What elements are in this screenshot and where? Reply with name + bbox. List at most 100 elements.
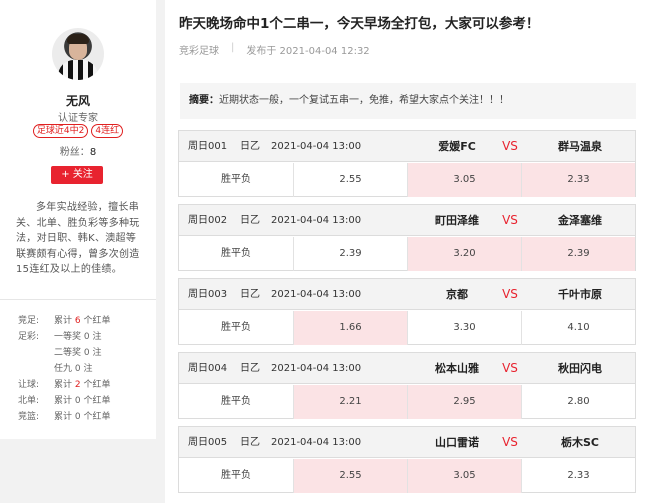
market-label: 胜平负 (221, 470, 251, 481)
avatar-shirt (58, 60, 98, 80)
author-sidebar: 无风 认证专家 足球近4中2 4连红 粉丝：8 + 关注 多年实战经验，擅长串关… (0, 0, 156, 439)
odds-draw[interactable]: 3.30 (407, 311, 521, 345)
stat-value: 一等奖 0 注 (54, 329, 101, 342)
odds-row: 胜平负 2.55 3.05 2.33 (179, 459, 635, 493)
match-card: 周日005 日乙 2021-04-04 13:00 山口雷诺 VS 栃木SC 胜平负 2.55… (178, 426, 636, 493)
odds-win[interactable]: 2.55 (293, 163, 407, 197)
stat-post: 个红单 (80, 395, 111, 406)
vs-label: VS (502, 435, 518, 449)
stat-pre: 累计 (54, 395, 75, 406)
author-role: 认证专家 (58, 113, 98, 124)
match-number: 周日001 (188, 141, 228, 152)
follow-button[interactable]: + 关注 (51, 166, 103, 184)
home-team[interactable]: 京都 (407, 279, 507, 310)
badge-streak: 4连红 (91, 124, 124, 138)
match-league: 日乙 (240, 215, 260, 226)
vs-label: VS (502, 139, 518, 153)
stat-key: 让球: (18, 379, 40, 390)
stat-post: 个红单 (80, 315, 111, 326)
author-bio: 多年实战经验，擅长串关、北单、胜负彩等多种玩法，对日职、韩K、澳超等联赛颇有心得… (16, 202, 140, 275)
odds-draw[interactable]: 3.05 (407, 163, 521, 197)
stat-pre: 累计 (54, 411, 75, 422)
match-card: 周日004 日乙 2021-04-04 13:00 松本山雅 VS 秋田闪电胜平负 2.21… (178, 352, 636, 419)
match-league: 日乙 (240, 363, 260, 374)
avatar-hair (67, 34, 89, 44)
match-card: 周日002 日乙 2021-04-04 13:00 町田泽维 VS 金泽塞维胜平负 2.39… (178, 204, 636, 271)
match-header: 周日004 日乙 2021-04-04 13:00 松本山雅 VS 秋田闪电 (179, 353, 635, 384)
article-title: 昨天晚场命中1个二串一，今天早场全打包，大家可以参考！ (179, 16, 540, 32)
odds-win[interactable]: 1.66 (293, 311, 407, 345)
article-category[interactable]: 竞彩足球 (179, 42, 219, 57)
sidebar-divider (0, 299, 156, 300)
summary-label: 摘要： (189, 95, 219, 106)
article-meta: 竞彩足球 | 发布于 2021-04-04 12:32 (179, 42, 370, 57)
match-time: 2021-04-04 13:00 (271, 141, 362, 152)
odds-row: 胜平负 2.39 3.20 2.39 (179, 237, 635, 271)
stat-row: 竞足: 累计 6 个红单 (18, 311, 148, 327)
away-team[interactable]: 秋田闪电 (525, 353, 635, 384)
stat-post: 个红单 (80, 411, 111, 422)
stat-post: 注 (89, 347, 102, 358)
fans-count: 粉丝：8 (0, 143, 156, 158)
stat-post: 个红单 (80, 379, 111, 390)
stat-value: 累计 6 个红单 (54, 313, 110, 326)
home-team[interactable]: 町田泽维 (407, 205, 507, 236)
match-card: 周日001 日乙 2021-04-04 13:00 爱媛FC VS 群马温泉 胜平负 2.55… (178, 130, 636, 197)
stat-value: 累计 2 个红单 (54, 377, 110, 390)
odds-loss[interactable]: 2.33 (521, 163, 635, 197)
stat-row: 让球: 累计 2 个红单 (18, 375, 148, 391)
avatar[interactable] (52, 28, 104, 80)
match-league: 日乙 (240, 289, 260, 300)
home-team[interactable]: 山口雷诺 (407, 427, 507, 458)
author-stats: 竞足: 累计 6 个红单 足彩: 一等奖 0 注二等奖 0 注任九 0 注让球: 累计 … (18, 311, 148, 423)
fans-label: 粉丝： (59, 147, 90, 158)
odds-win[interactable]: 2.39 (293, 237, 407, 271)
odds-win[interactable]: 2.21 (293, 385, 407, 419)
away-team[interactable]: 金泽塞维 (525, 205, 635, 236)
odds-draw[interactable]: 2.95 (407, 385, 521, 419)
article-summary: 摘要：近期状态一般，一个复试五串一，免推，希望大家点个关注！！！ (180, 83, 636, 119)
odds-loss[interactable]: 4.10 (521, 311, 635, 345)
stat-value: 累计 0 个红单 (54, 409, 110, 422)
match-time: 2021-04-04 13:00 (271, 437, 362, 448)
match-league: 日乙 (240, 437, 260, 448)
home-team[interactable]: 松本山雅 (407, 353, 507, 384)
match-header: 周日005 日乙 2021-04-04 13:00 山口雷诺 VS 栃木SC (179, 427, 635, 458)
odds-row: 胜平负 2.21 2.95 2.80 (179, 385, 635, 419)
home-team[interactable]: 爱媛FC (407, 131, 507, 162)
summary-text: 近期状态一般，一个复试五串一，免推，希望大家点个关注！！！ (219, 95, 509, 106)
stat-post: 注 (80, 363, 93, 374)
meta-separator: | (231, 42, 235, 53)
odds-loss[interactable]: 2.39 (521, 237, 635, 271)
match-number: 周日002 (188, 215, 228, 226)
away-team[interactable]: 群马温泉 (525, 131, 635, 162)
vs-label: VS (502, 213, 518, 227)
stat-pre: 任九 (54, 363, 75, 374)
match-time: 2021-04-04 13:00 (271, 289, 362, 300)
stat-pre: 累计 (54, 379, 75, 390)
odds-draw[interactable]: 3.05 (407, 459, 521, 493)
odds-loss[interactable]: 2.33 (521, 459, 635, 493)
stat-key: 竞篮: (18, 411, 40, 422)
stat-value: 二等奖 0 注 (54, 345, 101, 358)
away-team[interactable]: 千叶市原 (525, 279, 635, 310)
away-team[interactable]: 栃木SC (525, 427, 635, 458)
odds-row: 胜平负 2.55 3.05 2.33 (179, 163, 635, 197)
match-number: 周日005 (188, 437, 228, 448)
vs-label: VS (502, 287, 518, 301)
match-league: 日乙 (240, 141, 260, 152)
odds-loss[interactable]: 2.80 (521, 385, 635, 419)
market-label: 胜平负 (221, 248, 251, 259)
stat-row: 足彩: 一等奖 0 注 (18, 327, 148, 343)
match-time: 2021-04-04 13:00 (271, 215, 362, 226)
odds-row: 胜平负 1.66 3.30 4.10 (179, 311, 635, 345)
stat-value: 任九 0 注 (54, 361, 92, 374)
market-label: 胜平负 (221, 396, 251, 407)
stat-row: 北单: 累计 0 个红单 (18, 391, 148, 407)
article-published: 发布于 2021-04-04 12:32 (246, 46, 370, 57)
odds-win[interactable]: 2.55 (293, 459, 407, 493)
author-name[interactable]: 无风 (0, 92, 156, 109)
odds-draw[interactable]: 3.20 (407, 237, 521, 271)
stat-row: 任九 0 注 (18, 359, 148, 375)
stat-pre: 一等奖 (54, 331, 84, 342)
